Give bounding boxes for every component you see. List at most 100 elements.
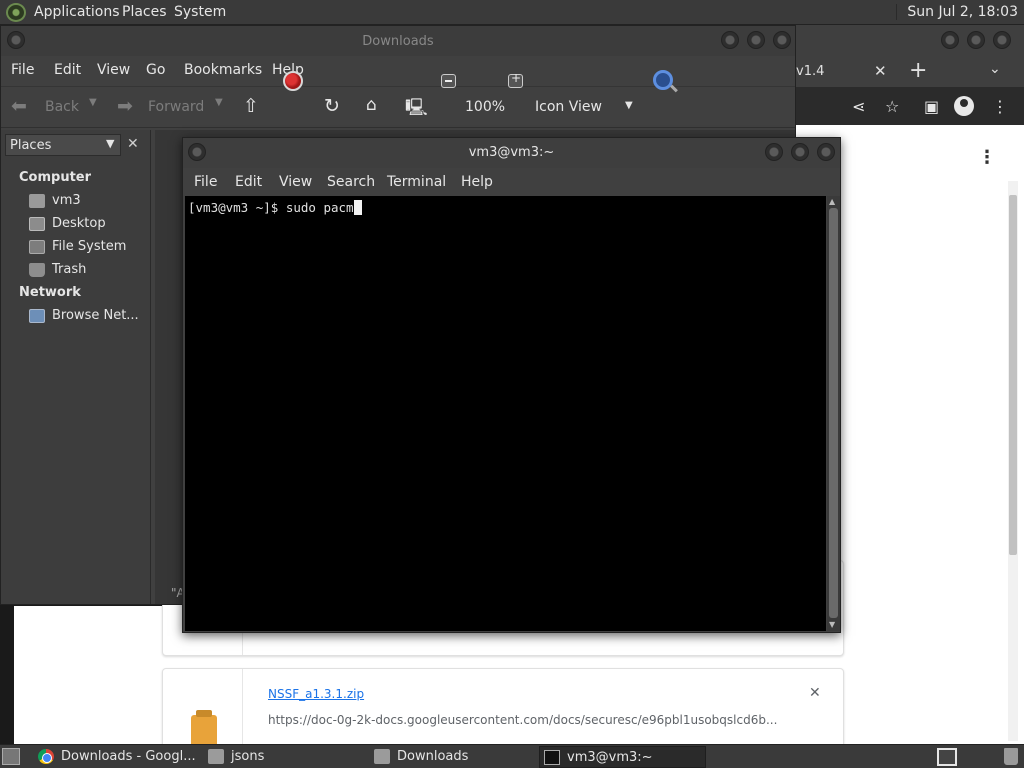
trash-icon[interactable]	[1004, 748, 1018, 765]
minimize-button[interactable]	[765, 143, 783, 161]
maximize-button[interactable]	[791, 143, 809, 161]
close-sidebar-icon[interactable]: ✕	[127, 136, 139, 152]
star-icon[interactable]: ☆	[885, 97, 899, 116]
places-menu[interactable]: Places	[122, 4, 167, 20]
maximize-button[interactable]	[747, 31, 765, 49]
terminal-line: [vm3@vm3 ~]$ sudo pacm	[188, 200, 362, 215]
page-scrollbar[interactable]	[1008, 181, 1018, 741]
task-label: Downloads - Googl...	[61, 749, 196, 764]
page-scroll-thumb[interactable]	[1009, 195, 1017, 555]
minimize-button[interactable]	[721, 31, 739, 49]
up-arrow-icon[interactable]: ⇧	[243, 95, 259, 117]
computer-icon[interactable]: 🖳	[405, 95, 428, 124]
bottom-taskbar: Downloads - Googl... jsons Downloads vm3…	[0, 744, 1024, 768]
back-arrow-icon[interactable]: ⬅	[11, 95, 27, 117]
sidebar-item-label: Browse Net...	[52, 308, 139, 323]
side-panel-icon[interactable]: ▣	[924, 97, 939, 116]
menu-bookmarks[interactable]: Bookmarks	[184, 62, 262, 78]
reload-icon[interactable]: ↻	[324, 95, 340, 117]
home-icon[interactable]: ⌂	[366, 95, 377, 115]
zoom-out-icon[interactable]	[441, 74, 456, 88]
workspace-switcher-icon[interactable]	[937, 748, 957, 766]
new-tab-button[interactable]: +	[909, 58, 927, 83]
network-icon	[29, 309, 45, 323]
scroll-up-icon[interactable]: ▲	[829, 197, 835, 206]
terminal-titlebar[interactable]: vm3@vm3:~	[183, 138, 840, 168]
sidebar-item-label: Desktop	[52, 216, 106, 231]
menu-edit[interactable]: Edit	[54, 62, 81, 78]
desktop-icon	[29, 217, 45, 231]
sidebar-group-computer: Computer	[19, 170, 92, 185]
show-desktop-icon[interactable]	[2, 748, 20, 765]
back-button[interactable]: Back	[45, 99, 79, 115]
chrome-toolbar: ⋖ ☆ ▣ ⋮	[796, 87, 1024, 125]
sidebar-item-label: Trash	[52, 262, 87, 277]
menu-terminal[interactable]: Terminal	[387, 174, 446, 190]
close-tab-icon[interactable]: ✕	[874, 62, 887, 80]
menu-edit[interactable]: Edit	[235, 174, 262, 190]
window-title: Downloads	[362, 34, 434, 49]
sidebar-item-label: File System	[52, 239, 127, 254]
file-manager-titlebar[interactable]: Downloads	[1, 26, 795, 56]
panel-clock[interactable]: Sun Jul 2, 18:03	[896, 4, 1018, 20]
terminal-scroll-thumb[interactable]	[829, 208, 838, 618]
search-icon[interactable]	[653, 70, 673, 90]
zoom-in-icon[interactable]	[508, 71, 523, 88]
chevron-down-icon[interactable]: ▼	[625, 100, 633, 111]
folder-icon	[374, 749, 390, 764]
download-file-link[interactable]: NSSF_a1.3.1.zip	[268, 687, 364, 701]
page-more-icon[interactable]: ⋮	[978, 147, 996, 168]
menu-view[interactable]: View	[279, 174, 312, 190]
forward-arrow-icon[interactable]: ➡	[117, 95, 133, 117]
menu-go[interactable]: Go	[146, 62, 165, 78]
sidebar-header-label: Places	[10, 138, 52, 153]
scroll-down-icon[interactable]: ▼	[829, 620, 835, 629]
task-terminal[interactable]: vm3@vm3:~	[539, 746, 706, 768]
chrome-titlebar[interactable]	[796, 25, 1024, 57]
chrome-menu-icon[interactable]: ⋮	[992, 97, 1008, 116]
menu-file[interactable]: File	[194, 174, 217, 190]
drive-icon	[29, 240, 45, 254]
close-window-button[interactable]	[993, 31, 1011, 49]
profile-avatar-icon[interactable]	[954, 96, 974, 116]
remove-download-icon[interactable]: ✕	[809, 685, 821, 701]
file-manager-toolbar: ⬅ Back ▼ ➡ Forward ▼ ⇧ ↻ ⌂ 🖳 100% Icon V…	[1, 86, 795, 128]
download-url: https://doc-0g-2k-docs.googleusercontent…	[268, 713, 778, 727]
menu-view[interactable]: View	[97, 62, 130, 78]
sidebar-group-network: Network	[19, 285, 81, 300]
terminal-window: vm3@vm3:~ File Edit View Search Terminal…	[182, 137, 841, 633]
share-icon[interactable]: ⋖	[852, 97, 865, 116]
chevron-down-icon[interactable]: ⌄	[989, 61, 1001, 77]
close-window-button[interactable]	[817, 143, 835, 161]
forward-button[interactable]: Forward	[148, 99, 204, 115]
sidebar-item-label: vm3	[52, 193, 81, 208]
chevron-down-icon: ▼	[106, 137, 115, 150]
view-mode-select[interactable]: Icon View	[535, 99, 602, 115]
stop-icon[interactable]	[283, 71, 303, 91]
back-history-chevron-icon[interactable]: ▼	[89, 97, 97, 108]
maximize-button[interactable]	[967, 31, 985, 49]
tab-title[interactable]: v1.4	[796, 64, 824, 79]
task-jsons[interactable]: jsons	[204, 746, 364, 768]
close-window-button[interactable]	[773, 31, 791, 49]
terminal-screen[interactable]: [vm3@vm3 ~]$ sudo pacm	[185, 196, 826, 631]
chrome-tabbar: v1.4 ✕ + ⌄	[796, 57, 1024, 87]
window-title: vm3@vm3:~	[468, 145, 555, 160]
menu-file[interactable]: File	[11, 62, 34, 78]
sidebar-type-select[interactable]: Places ▼	[5, 134, 121, 156]
menu-search[interactable]: Search	[327, 174, 375, 190]
minimize-button[interactable]	[941, 31, 959, 49]
download-icon-column	[163, 669, 243, 747]
zip-file-icon	[191, 710, 217, 745]
places-sidebar: Places ▼ ✕ Computer vm3 Desktop File Sys…	[1, 130, 151, 604]
terminal-scrollbar[interactable]: ▲ ▼	[827, 196, 840, 631]
text-cursor	[353, 200, 362, 215]
system-menu[interactable]: System	[174, 4, 226, 20]
task-chrome[interactable]: Downloads - Googl...	[34, 746, 200, 768]
menu-help[interactable]: Help	[461, 174, 493, 190]
task-downloads[interactable]: Downloads	[370, 746, 534, 768]
applications-menu[interactable]: Applications	[34, 4, 120, 20]
task-label: vm3@vm3:~	[567, 750, 653, 765]
forward-history-chevron-icon[interactable]: ▼	[215, 97, 223, 108]
distro-logo-icon[interactable]	[6, 3, 26, 22]
